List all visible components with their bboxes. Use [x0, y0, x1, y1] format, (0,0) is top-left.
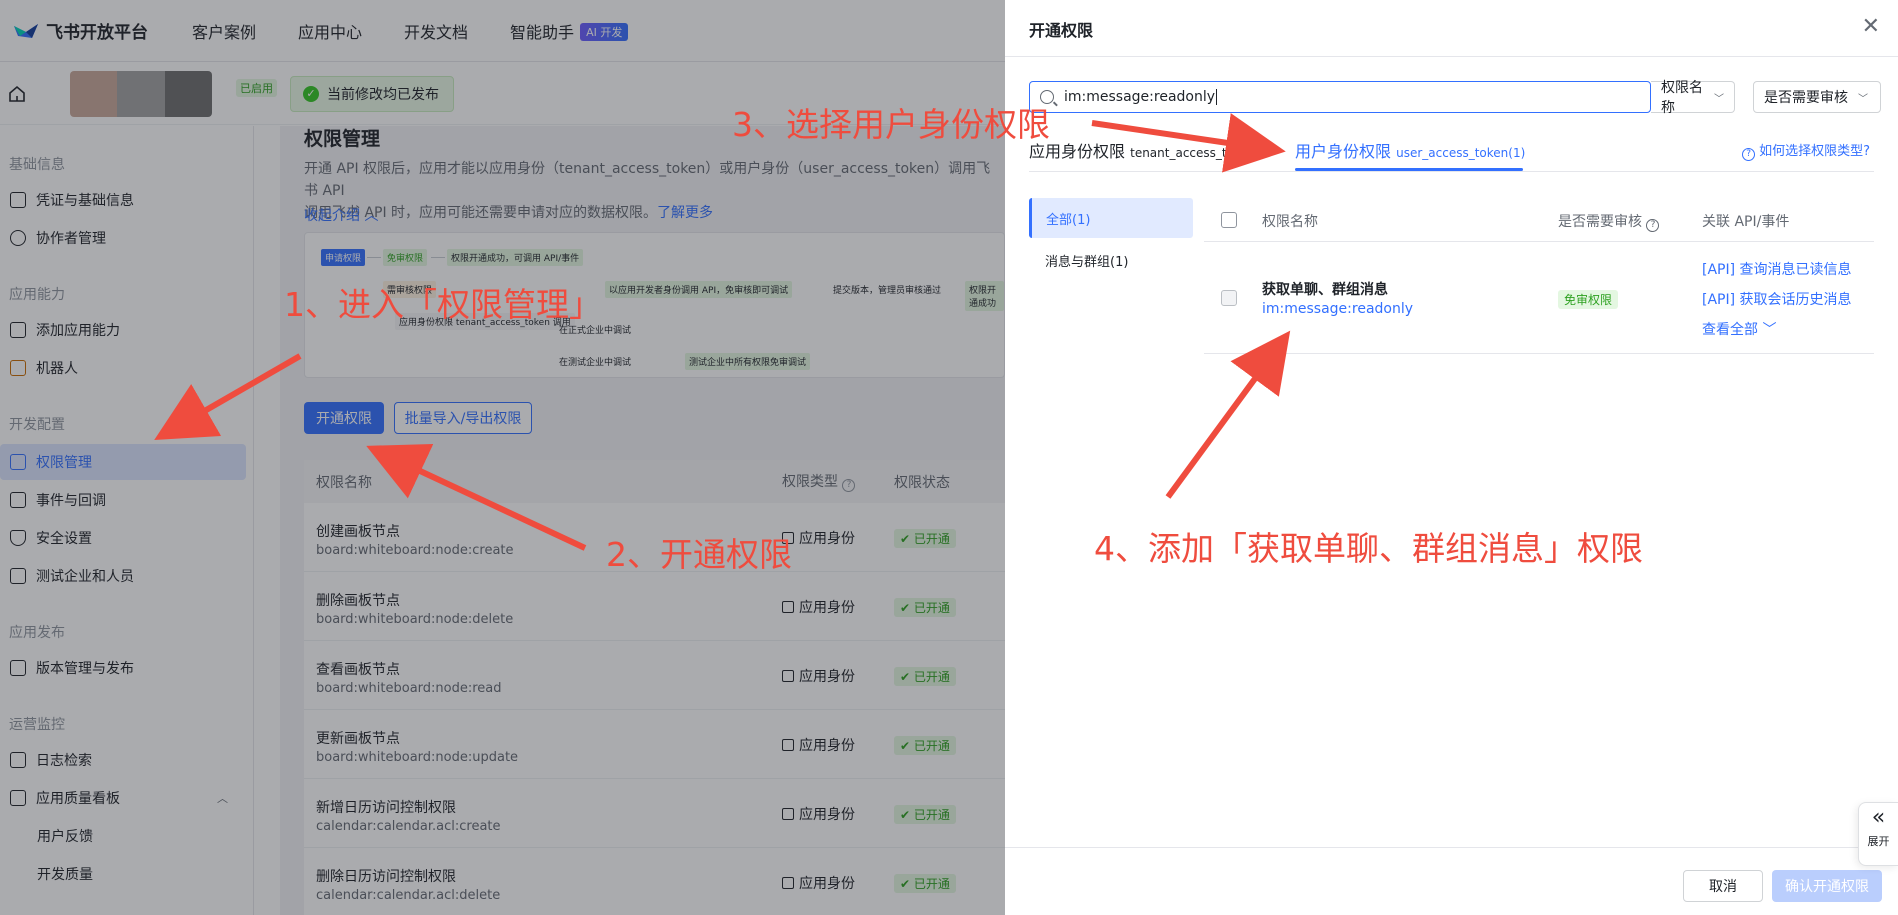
tab-user-identity[interactable]: 用户身份权限 user_access_token(1) — [1295, 138, 1525, 162]
search-field-select-value: 权限名称 — [1661, 80, 1703, 116]
tab-user-identity-token: user_access_token(1) — [1396, 146, 1526, 160]
col-review: 是否需要审核 ? — [1558, 211, 1663, 232]
view-all-label: 查看全部 — [1702, 322, 1758, 338]
review-free-tag: 免审权限 — [1558, 290, 1619, 309]
chevron-down-icon: ﹀ — [1762, 322, 1777, 338]
annotation-step-1: 1、进入「权限管理」 — [284, 285, 602, 324]
chevron-down-icon: ﹀ — [1858, 93, 1868, 105]
col-review-label: 是否需要审核 — [1558, 214, 1642, 230]
permission-type-help-link[interactable]: ? 如何选择权限类型? — [1742, 140, 1870, 161]
annotation-step-4: 4、添加「获取单聊、群组消息」权限 — [1094, 529, 1643, 568]
divider — [1005, 56, 1898, 57]
chevron-down-icon: ﹀ — [1714, 93, 1724, 105]
permission-list-header: 权限名称 是否需要审核 ? 关联 API/事件 — [1204, 198, 1874, 242]
close-icon[interactable]: ✕ — [1862, 14, 1880, 40]
permission-name: 获取单聊、群组消息 — [1262, 282, 1388, 298]
tab-app-identity[interactable]: 应用身份权限 tenant_access_to... — [1029, 138, 1245, 162]
help-circle-icon: ? — [1742, 148, 1756, 161]
permission-row: 获取单聊、群组消息 im:message:readonly 免审权限 [API]… — [1204, 243, 1874, 354]
api-link-history[interactable]: [API] 获取会话历史消息 — [1702, 289, 1852, 309]
annotation-step-3: 3、选择用户身份权限 — [732, 105, 1050, 144]
review-filter-select[interactable]: 是否需要审核 ﹀ — [1753, 81, 1881, 113]
double-chevron-left-icon: « — [1871, 805, 1886, 830]
enable-permission-drawer: 开通权限 ✕ im:message:readonly 权限名称 ﹀ 是否需要审核 ﹀… — [1005, 0, 1898, 915]
permission-code[interactable]: im:message:readonly — [1262, 301, 1413, 317]
permission-search-input[interactable]: im:message:readonly — [1029, 81, 1651, 113]
help-circle-icon[interactable]: ? — [1646, 219, 1660, 232]
permission-type-help-label: 如何选择权限类型? — [1759, 144, 1870, 159]
review-filter-value: 是否需要审核 — [1764, 90, 1848, 106]
expand-label: 展开 — [1867, 835, 1890, 848]
tab-app-identity-token: tenant_access_to... — [1130, 146, 1246, 160]
drawer-title: 开通权限 — [1029, 21, 1094, 40]
category-all[interactable]: 全部(1) — [1029, 198, 1193, 238]
search-value: im:message:readonly — [1064, 89, 1216, 105]
category-messages-groups[interactable]: 消息与群组(1) — [1045, 251, 1128, 270]
view-all-link[interactable]: 查看全部 ﹀ — [1702, 319, 1776, 339]
search-field-select[interactable]: 权限名称 ﹀ — [1651, 80, 1735, 116]
api-link-read-info[interactable]: [API] 查询消息已读信息 — [1702, 259, 1852, 279]
tab-user-identity-label: 用户身份权限 — [1295, 142, 1392, 161]
select-all-checkbox[interactable] — [1221, 212, 1237, 228]
col-name: 权限名称 — [1262, 214, 1318, 230]
confirm-enable-button[interactable]: 确认开通权限 — [1772, 870, 1882, 902]
expand-panel-button[interactable]: « 展开 — [1858, 802, 1898, 866]
cancel-button[interactable]: 取消 — [1683, 870, 1763, 902]
text-caret — [1216, 89, 1218, 105]
annotation-step-2: 2、开通权限 — [606, 535, 792, 574]
col-related-api: 关联 API/事件 — [1702, 214, 1790, 230]
tabs-divider — [1029, 171, 1874, 172]
row-checkbox[interactable] — [1221, 290, 1237, 306]
footer-divider — [1005, 847, 1898, 848]
